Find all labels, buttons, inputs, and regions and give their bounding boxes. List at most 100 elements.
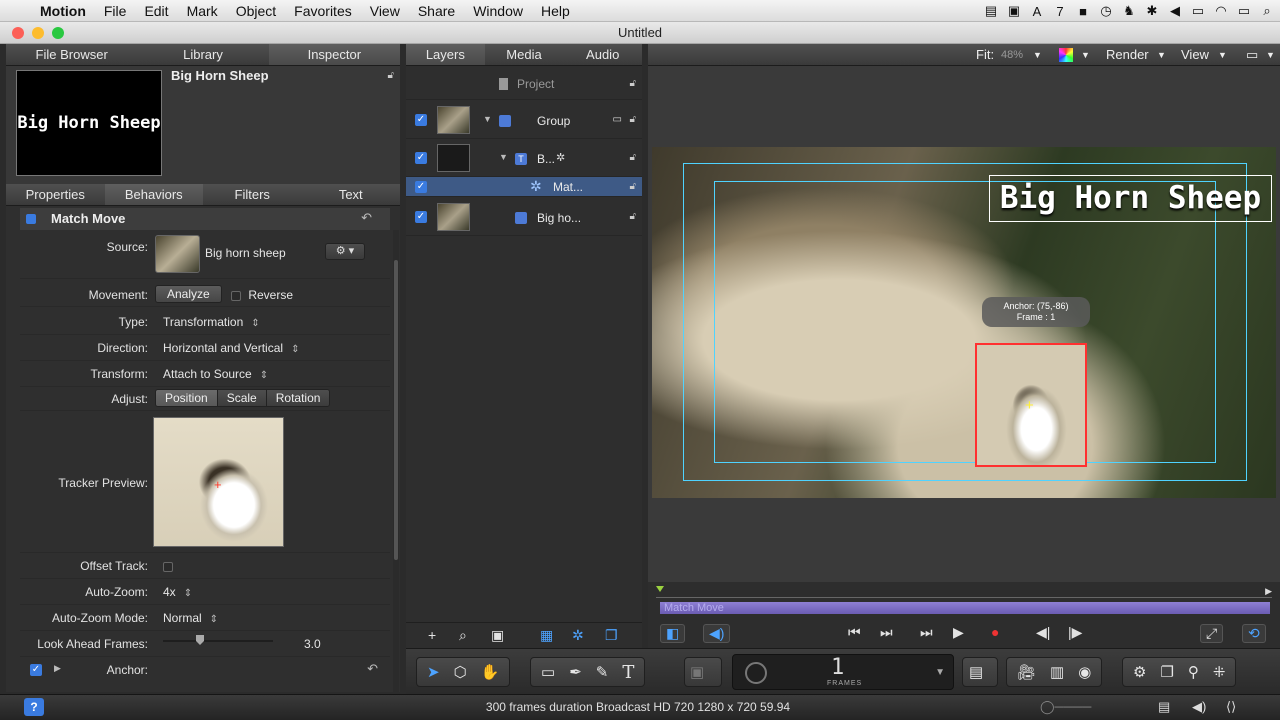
thumbnail-toggle-icon[interactable]: ▣	[491, 627, 504, 644]
step-forward-icon[interactable]: ⏭	[920, 624, 933, 641]
bezier-tool-icon[interactable]: ✒	[569, 663, 582, 681]
offset-track-checkbox[interactable]	[163, 561, 173, 572]
tab-behaviors[interactable]: Behaviors	[104, 184, 203, 205]
layer-visibility-checkbox[interactable]: ✓	[415, 211, 427, 223]
paint-stroke-tool-icon[interactable]: ✎	[596, 663, 609, 681]
layer-visibility-checkbox[interactable]: ✓	[415, 181, 427, 193]
pan-tool-icon[interactable]: ✋	[481, 663, 500, 681]
next-frame-icon[interactable]: |▶	[1068, 624, 1082, 641]
channels-dropdown-icon[interactable]: ▼	[1081, 50, 1090, 60]
source-well[interactable]	[155, 235, 200, 273]
render-menu[interactable]: Render	[1106, 47, 1149, 62]
menu-help[interactable]: Help	[532, 3, 579, 19]
light-icon[interactable]: ▥	[1050, 663, 1064, 681]
tab-text[interactable]: Text	[302, 184, 401, 205]
layout-dropdown-icon[interactable]: ▼	[1266, 50, 1275, 60]
timecode-display[interactable]: 1 FRAMES ▼	[732, 654, 954, 690]
adjust-scale-button[interactable]: Scale	[217, 390, 267, 406]
adjust-position-button[interactable]: Position	[156, 390, 218, 406]
adjust-3d-tool-icon[interactable]: ⬡	[454, 663, 467, 681]
tab-library[interactable]: Library	[137, 44, 268, 65]
hud-icon[interactable]: ▤	[969, 663, 983, 681]
record-icon[interactable]: ●	[991, 624, 999, 640]
fullscreen-icon[interactable]: ⤢	[1200, 624, 1224, 643]
particles-icon[interactable]: ⁜	[1213, 663, 1226, 681]
menu-share[interactable]: Share	[409, 3, 464, 19]
wifi-icon[interactable]: ◠	[1214, 3, 1228, 19]
view-dropdown-icon[interactable]: ▼	[1218, 50, 1227, 60]
timeline-toggle-icon[interactable]: ◧	[660, 624, 686, 643]
go-to-start-icon[interactable]: ⏮	[848, 624, 861, 641]
binoculars-icon[interactable]: ♞	[1122, 3, 1136, 19]
bluetooth-icon[interactable]: ✱	[1145, 3, 1159, 19]
layer-visibility-checkbox[interactable]: ✓	[415, 114, 427, 126]
behaviors-gear-icon[interactable]: ⚙	[1133, 663, 1146, 681]
menu-file[interactable]: File	[95, 3, 136, 19]
timecode-dropdown-icon[interactable]: ▼	[935, 667, 945, 678]
lock-icon[interactable]: 🔓︎	[630, 114, 636, 125]
fit-dropdown-icon[interactable]: ▼	[1033, 50, 1042, 60]
playhead[interactable]	[656, 586, 664, 592]
layer-row-group[interactable]: ✓ ▼ Group ▭ 🔓︎	[406, 102, 642, 139]
render-dropdown-icon[interactable]: ▼	[1157, 50, 1166, 60]
tracker-region[interactable]: +	[975, 343, 1087, 467]
lock-icon[interactable]: 🔓︎	[630, 181, 636, 192]
camera-icon[interactable]: 🎥︎	[1017, 663, 1036, 681]
tab-file-browser[interactable]: File Browser	[6, 44, 137, 65]
menu-window[interactable]: Window	[464, 3, 532, 19]
scrollbar-thumb[interactable]	[394, 260, 398, 560]
generator-icon[interactable]: ◉	[1078, 663, 1091, 681]
layer-visibility-checkbox[interactable]: ✓	[415, 152, 427, 164]
rectangle-tool-icon[interactable]: ▭	[541, 663, 555, 681]
inspector-scrollbar[interactable]	[393, 230, 399, 692]
timeline-ruler[interactable]: ▶	[656, 586, 1272, 598]
speaker-icon[interactable]: ◀)	[1192, 699, 1206, 715]
show-behaviors-icon[interactable]: ✲	[572, 627, 584, 644]
auto-zoom-popup[interactable]: 4x ⇕	[163, 585, 192, 599]
canvas-title-text[interactable]: Big Horn Sheep	[989, 175, 1272, 222]
menu-object[interactable]: Object	[227, 3, 285, 19]
text-tool-icon[interactable]: T	[622, 662, 634, 683]
menu-mark[interactable]: Mark	[178, 3, 227, 19]
direction-popup[interactable]: Horizontal and Vertical ⇕	[163, 341, 299, 355]
lock-icon[interactable]: 🔓︎	[630, 78, 636, 89]
color-channels-icon[interactable]	[1059, 48, 1073, 62]
tab-filters[interactable]: Filters	[203, 184, 302, 205]
select-tool-icon[interactable]: ➤	[427, 663, 440, 681]
reset-icon[interactable]: ↶	[367, 661, 378, 677]
look-ahead-value[interactable]: 3.0	[304, 637, 321, 651]
adjust-rotation-button[interactable]: Rotation	[266, 390, 330, 406]
layer-row-match-move[interactable]: ✓ ✲ Mat... 🔓︎	[406, 177, 642, 197]
audio-toggle-icon[interactable]: ◀)	[703, 624, 731, 643]
camera-icon[interactable]: ▣	[1007, 3, 1021, 19]
search-icon[interactable]: ⌕	[459, 627, 467, 644]
source-action-gear-icon[interactable]: ⚙ ▾	[325, 243, 365, 260]
share-icon[interactable]: ⟨⟩	[1226, 699, 1236, 715]
go-to-end-icon[interactable]: ⏭	[880, 624, 893, 641]
play-icon[interactable]: ▶	[953, 624, 964, 641]
mic-icon[interactable]: ▤	[984, 3, 998, 19]
behavior-enable-checkbox[interactable]	[26, 214, 36, 224]
tab-media[interactable]: Media	[485, 44, 564, 65]
canvas[interactable]: Big Horn Sheep Anchor: (75,-86) Frame : …	[648, 66, 1280, 582]
group-2d-icon[interactable]: ▭	[613, 114, 622, 125]
tracker-crosshair-icon[interactable]: +	[1025, 397, 1034, 414]
layer-row-video[interactable]: ✓ Big ho... 🔓︎	[406, 199, 642, 236]
time-machine-icon[interactable]: ◷	[1099, 3, 1113, 19]
look-ahead-slider[interactable]	[163, 635, 273, 645]
reverse-checkbox[interactable]	[231, 290, 241, 301]
reset-icon[interactable]: ↶	[361, 210, 372, 226]
tab-layers[interactable]: Layers	[406, 44, 485, 65]
display-icon[interactable]: ▭	[1191, 3, 1205, 19]
transform-popup[interactable]: Attach to Source ⇕	[163, 367, 268, 381]
fit-zoom-value[interactable]: 48%	[1001, 49, 1023, 61]
layout-icon[interactable]: ▭	[1246, 47, 1258, 63]
lock-icon[interactable]: 🔓︎	[630, 152, 636, 163]
analyze-button[interactable]: Analyze	[155, 285, 222, 303]
disclosure-triangle-icon[interactable]: ▶	[54, 663, 61, 674]
lock-icon[interactable]: 🔓︎	[388, 70, 394, 81]
disclosure-triangle-icon[interactable]: ▼	[499, 152, 508, 162]
spotlight-icon[interactable]: ⌕	[1260, 3, 1274, 19]
type-popup[interactable]: Transformation ⇕	[163, 315, 260, 329]
tab-audio[interactable]: Audio	[563, 44, 642, 65]
